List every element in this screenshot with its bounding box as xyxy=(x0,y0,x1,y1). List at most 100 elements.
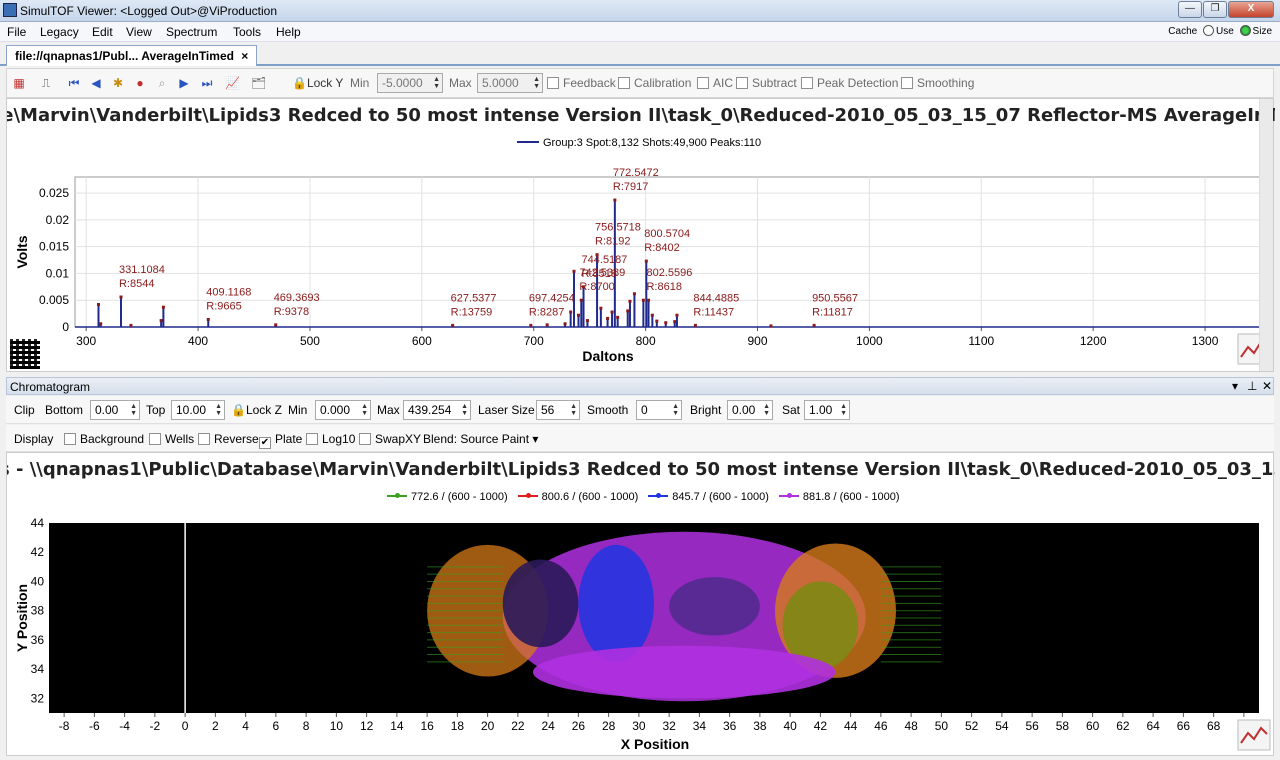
x-tick-label: 56 xyxy=(1025,719,1039,733)
peak-icon[interactable]: ⎍ xyxy=(39,76,53,90)
grid-icon[interactable]: ▦ xyxy=(12,76,26,90)
peak-label: 802.5596 xyxy=(646,267,692,279)
peak-marker xyxy=(569,310,573,314)
peak-resolution-label: R:8618 xyxy=(646,281,681,293)
z-min-input[interactable]: 0.000 ▲ ▼ xyxy=(315,400,371,420)
peak-marker xyxy=(274,323,278,327)
peak-marker xyxy=(693,323,697,327)
menu-legacy[interactable]: Legacy xyxy=(40,25,79,39)
sat-input[interactable]: 1.00 ▲ ▼ xyxy=(804,400,850,420)
peak-resolution-label: R:9665 xyxy=(206,301,241,313)
z-max-input[interactable]: 439.254 ▲ ▼ xyxy=(403,400,471,420)
calibration-checkbox[interactable]: Calibration xyxy=(618,76,691,90)
export-icon[interactable]: 🗂 xyxy=(251,76,266,90)
chart-icon[interactable]: 📈 xyxy=(225,76,240,90)
spectrum-toolbar: ▦ ⎍ ⏮ ◀ ✱ ● ⌕ ▶ ⏭ 📈 🗂 🔒Lock Y Min -5.000… xyxy=(6,68,1274,98)
min-input[interactable]: -5.0000 ▲ ▼ xyxy=(377,73,443,93)
peak-marker xyxy=(812,323,816,327)
cache-options: Cache Use Size xyxy=(1168,25,1272,37)
peak-marker xyxy=(655,319,659,323)
peak-resolution-label: R:9378 xyxy=(274,306,309,318)
minimize-button[interactable]: — xyxy=(1178,1,1202,18)
display-label: Display xyxy=(14,432,54,446)
cache-size-radio[interactable] xyxy=(1239,25,1251,36)
peak-resolution-label: R:8287 xyxy=(529,306,564,318)
tab-document[interactable]: file://qnapnas1/Publ... AverageInTimed × xyxy=(6,45,258,66)
aic-checkbox[interactable]: AIC xyxy=(697,76,733,90)
x-tick-label: 10 xyxy=(330,719,344,733)
prev-icon[interactable]: ◀ xyxy=(89,76,103,90)
menu-help[interactable]: Help xyxy=(276,25,301,39)
x-tick-label: 46 xyxy=(874,719,888,733)
window-title: SimulTOF Viewer: <Logged Out>@ViProducti… xyxy=(20,4,277,18)
tab-close-icon[interactable]: × xyxy=(241,49,248,63)
cache-use-radio[interactable] xyxy=(1202,25,1214,36)
menu-bar: File Legacy Edit View Spectrum Tools Hel… xyxy=(0,22,1280,42)
x-tick-label: 60 xyxy=(1086,719,1100,733)
plate-checkbox[interactable]: ✔ Plate xyxy=(259,432,302,449)
pane-close-icon[interactable]: ✕ xyxy=(1262,379,1272,393)
sat-label: Sat xyxy=(782,403,801,417)
laser-size-label: Laser Size xyxy=(478,403,535,417)
menu-edit[interactable]: Edit xyxy=(92,25,113,39)
pin-icon[interactable]: ⊥ xyxy=(1247,379,1257,393)
x-tick-label: 4 xyxy=(242,719,249,733)
bottom-input[interactable]: 0.00 ▲ ▼ xyxy=(90,400,140,420)
blend-dropdown[interactable]: Blend: Source Paint ▾ xyxy=(423,432,538,446)
peak-marker xyxy=(647,298,651,302)
menu-tools[interactable]: Tools xyxy=(233,25,261,39)
peak-resolution-label: R:8402 xyxy=(644,242,679,254)
top-input[interactable]: 10.00 ▲ ▼ xyxy=(171,400,225,420)
x-tick-label: 20 xyxy=(481,719,495,733)
x-tick-label: 1000 xyxy=(856,334,883,348)
x-tick-label: 1100 xyxy=(968,334,994,348)
peak-marker xyxy=(628,299,632,303)
x-tick-label: 500 xyxy=(300,334,320,348)
image-export-icon[interactable] xyxy=(1237,719,1271,751)
lock-y-toggle[interactable]: 🔒Lock Y xyxy=(292,76,343,90)
first-icon[interactable]: ⏮ xyxy=(67,76,81,90)
peak-marker xyxy=(545,323,549,327)
subtract-checkbox[interactable]: Subtract xyxy=(736,76,797,90)
feedback-checkbox[interactable]: Feedback xyxy=(547,76,616,90)
close-window-button[interactable]: X xyxy=(1228,1,1274,18)
bright-input[interactable]: 0.00 ▲ ▼ xyxy=(727,400,773,420)
smooth-input[interactable]: 0 ▲ ▼ xyxy=(636,400,682,420)
x-tick-label: 40 xyxy=(783,719,797,733)
menu-spectrum[interactable]: Spectrum xyxy=(166,25,217,39)
spectrum-scrollbar[interactable] xyxy=(1259,99,1273,371)
x-tick-label: 32 xyxy=(662,719,676,733)
max-input[interactable]: 5.0000 ▲ ▼ xyxy=(477,73,543,93)
smoothing-checkbox[interactable]: Smoothing xyxy=(901,76,974,90)
peak-marker xyxy=(585,319,589,323)
pane-menu-icon[interactable]: ▾ xyxy=(1232,379,1238,393)
min-label: Min xyxy=(350,76,370,90)
restore-button[interactable]: ❐ xyxy=(1203,1,1227,18)
zoom-icon[interactable]: ⌕ xyxy=(155,76,169,90)
lock-z-toggle[interactable]: 🔒Lock Z xyxy=(231,403,282,417)
log10-checkbox[interactable]: Log10 xyxy=(306,432,355,446)
chromatogram-controls: Clip Bottom 0.00 ▲ ▼ Top 10.00 ▲ ▼ 🔒Lock Z M… xyxy=(6,396,1274,424)
background-checkbox[interactable]: Background xyxy=(64,432,144,446)
laser-size-input[interactable]: 56 ▲ ▼ xyxy=(536,400,580,420)
next-icon[interactable]: ▶ xyxy=(177,76,191,90)
peak-label: 844.4885 xyxy=(693,292,739,304)
x-tick-label: 16 xyxy=(420,719,434,733)
stop-icon[interactable]: ✱ xyxy=(111,76,125,90)
menu-file[interactable]: File xyxy=(7,25,26,39)
y-tick-label: 0 xyxy=(62,320,69,334)
peak-label: 800.5704 xyxy=(644,228,690,240)
chromatogram-image[interactable]: -8 -6 -4 -2 0 2 4 6 8 10 12 14 16 18 20 22 24 26 28 30 32 34 3… xyxy=(7,453,1275,757)
wells-checkbox[interactable]: Wells xyxy=(149,432,194,446)
peak-marker xyxy=(626,309,630,313)
x-tick-label: 24 xyxy=(541,719,555,733)
peak-detection-checkbox[interactable]: Peak Detection xyxy=(801,76,898,90)
record-icon[interactable]: ● xyxy=(133,76,147,90)
reverse-checkbox[interactable]: Reverse xyxy=(198,432,259,446)
spectrum-chart[interactable]: 0 0.005 0.01 0.015 0.02 0.025 300 400 500 600 700 8… xyxy=(7,99,1275,373)
max-label: Max xyxy=(449,76,472,90)
last-icon[interactable]: ⏭ xyxy=(200,76,214,90)
menu-view[interactable]: View xyxy=(126,25,152,39)
swapxy-checkbox[interactable]: SwapXY xyxy=(359,432,421,446)
x-tick-label: -6 xyxy=(89,719,100,733)
